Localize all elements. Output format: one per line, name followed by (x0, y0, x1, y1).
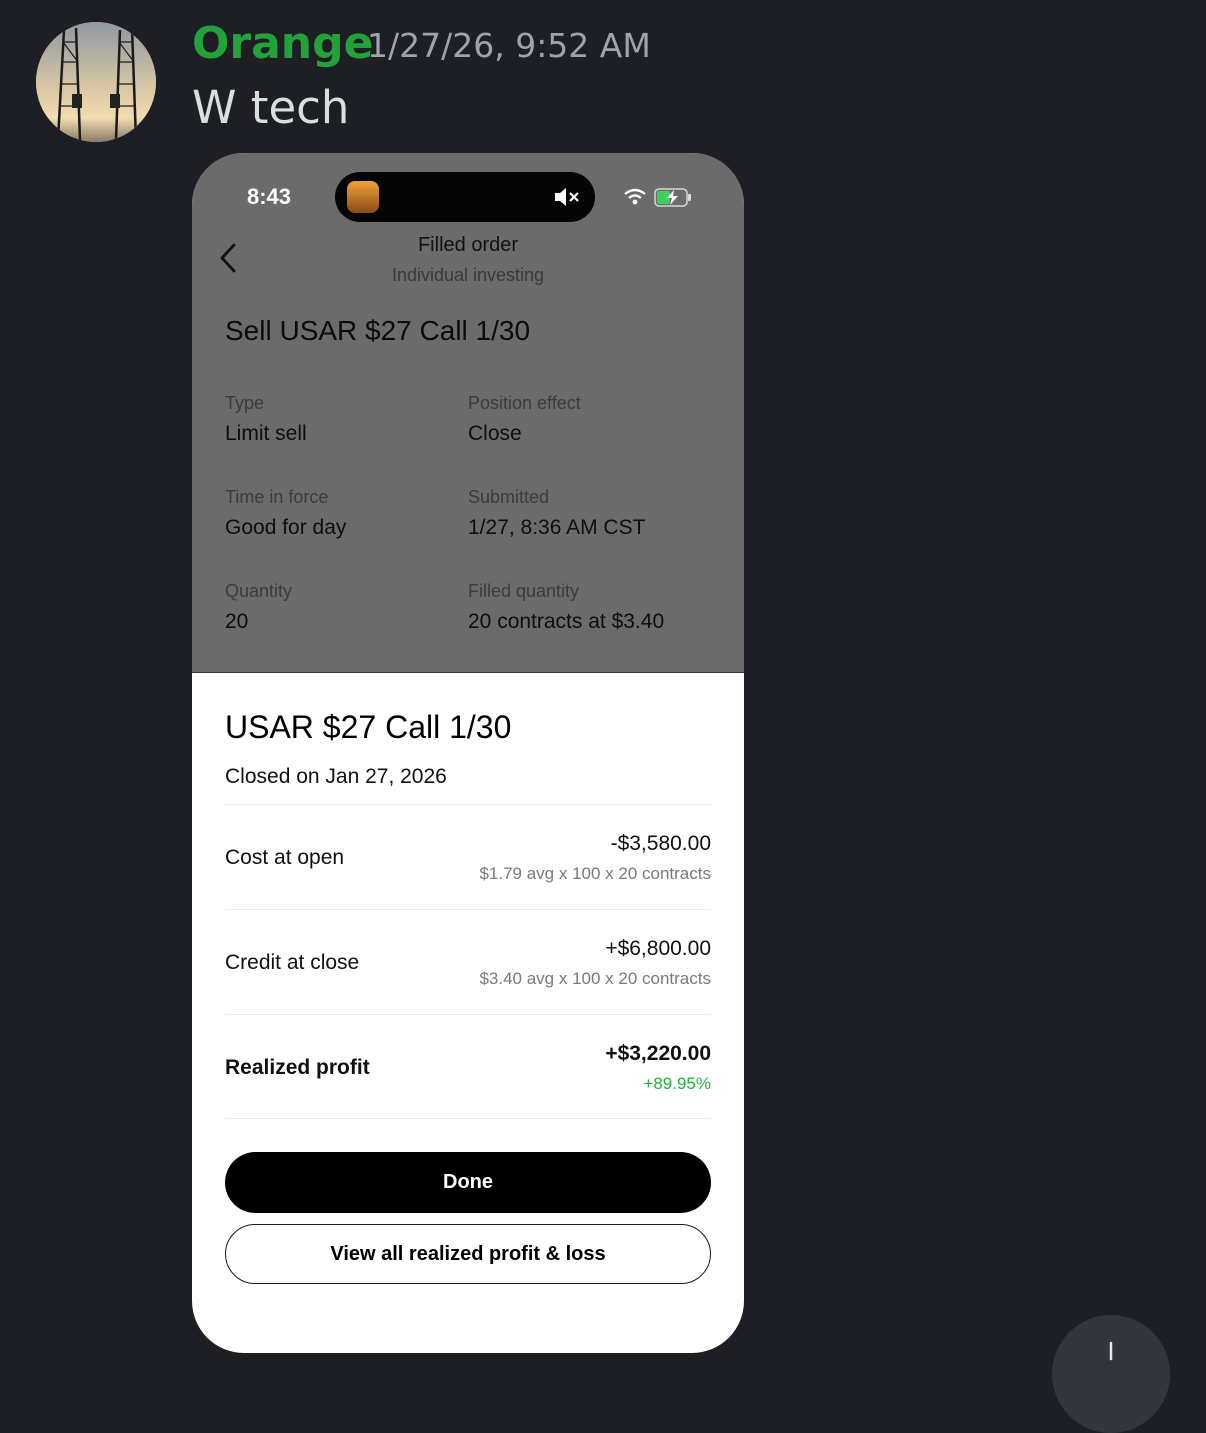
credit-at-close-amount: +$6,800.00 (605, 937, 711, 960)
dynamic-island (335, 172, 595, 222)
cost-at-open-detail: $1.79 avg x 100 x 20 contracts (479, 864, 711, 883)
attached-screenshot[interactable]: 8:43 Filled order Individual investing S… (192, 153, 744, 1353)
done-button[interactable]: Done (225, 1152, 711, 1213)
avatar[interactable] (36, 22, 156, 142)
message-author[interactable]: Orange (192, 16, 373, 72)
sheet-title: USAR $27 Call 1/30 (225, 709, 512, 745)
position-effect-value: Close (468, 422, 522, 445)
wifi-icon (624, 188, 646, 205)
divider (225, 909, 711, 910)
message-timestamp: 1/27/26, 9:52 AM (367, 26, 651, 65)
muted-speaker-icon (555, 188, 579, 206)
filled-quantity-value: 20 contracts at $3.40 (468, 610, 665, 633)
avatar-image (36, 22, 156, 142)
submitted-value: 1/27, 8:36 AM CST (468, 516, 646, 539)
cost-at-open-label: Cost at open (225, 846, 345, 869)
time-in-force-label: Time in force (225, 487, 329, 507)
jump-to-latest-button[interactable] (1052, 1315, 1170, 1433)
cost-at-open-amount: -$3,580.00 (610, 832, 711, 855)
divider (225, 1118, 711, 1119)
sheet-top-edge (192, 672, 744, 673)
status-bar-time: 8:43 (247, 184, 292, 209)
realized-profit-label: Realized profit (225, 1056, 370, 1079)
credit-at-close-detail: $3.40 avg x 100 x 20 contracts (479, 969, 711, 988)
nav-subtitle: Individual investing (391, 265, 545, 285)
order-title: Sell USAR $27 Call 1/30 (225, 315, 531, 346)
realized-profit-percent: +89.95% (643, 1074, 711, 1093)
arrow-down-icon (1109, 1341, 1113, 1361)
battery-charging-icon (654, 188, 691, 207)
realized-profit-amount: +$3,220.00 (605, 1042, 711, 1065)
quantity-value: 20 (225, 610, 249, 633)
type-value: Limit sell (225, 422, 307, 445)
filled-quantity-label: Filled quantity (468, 581, 580, 601)
nav-title: Filled order (417, 234, 519, 256)
divider (225, 804, 711, 805)
sheet-subtitle: Closed on Jan 27, 2026 (225, 765, 447, 788)
app-icon (347, 181, 379, 213)
time-in-force-value: Good for day (225, 516, 347, 539)
type-label: Type (225, 393, 265, 413)
submitted-label: Submitted (468, 487, 550, 507)
order-details-panel: 8:43 Filled order Individual investing S… (192, 153, 744, 673)
message-text: W tech (192, 81, 350, 134)
position-effect-label: Position effect (468, 393, 581, 413)
view-all-pnl-button[interactable]: View all realized profit & loss (225, 1224, 711, 1284)
credit-at-close-label: Credit at close (225, 951, 360, 974)
divider (225, 1014, 711, 1015)
quantity-label: Quantity (225, 581, 293, 601)
